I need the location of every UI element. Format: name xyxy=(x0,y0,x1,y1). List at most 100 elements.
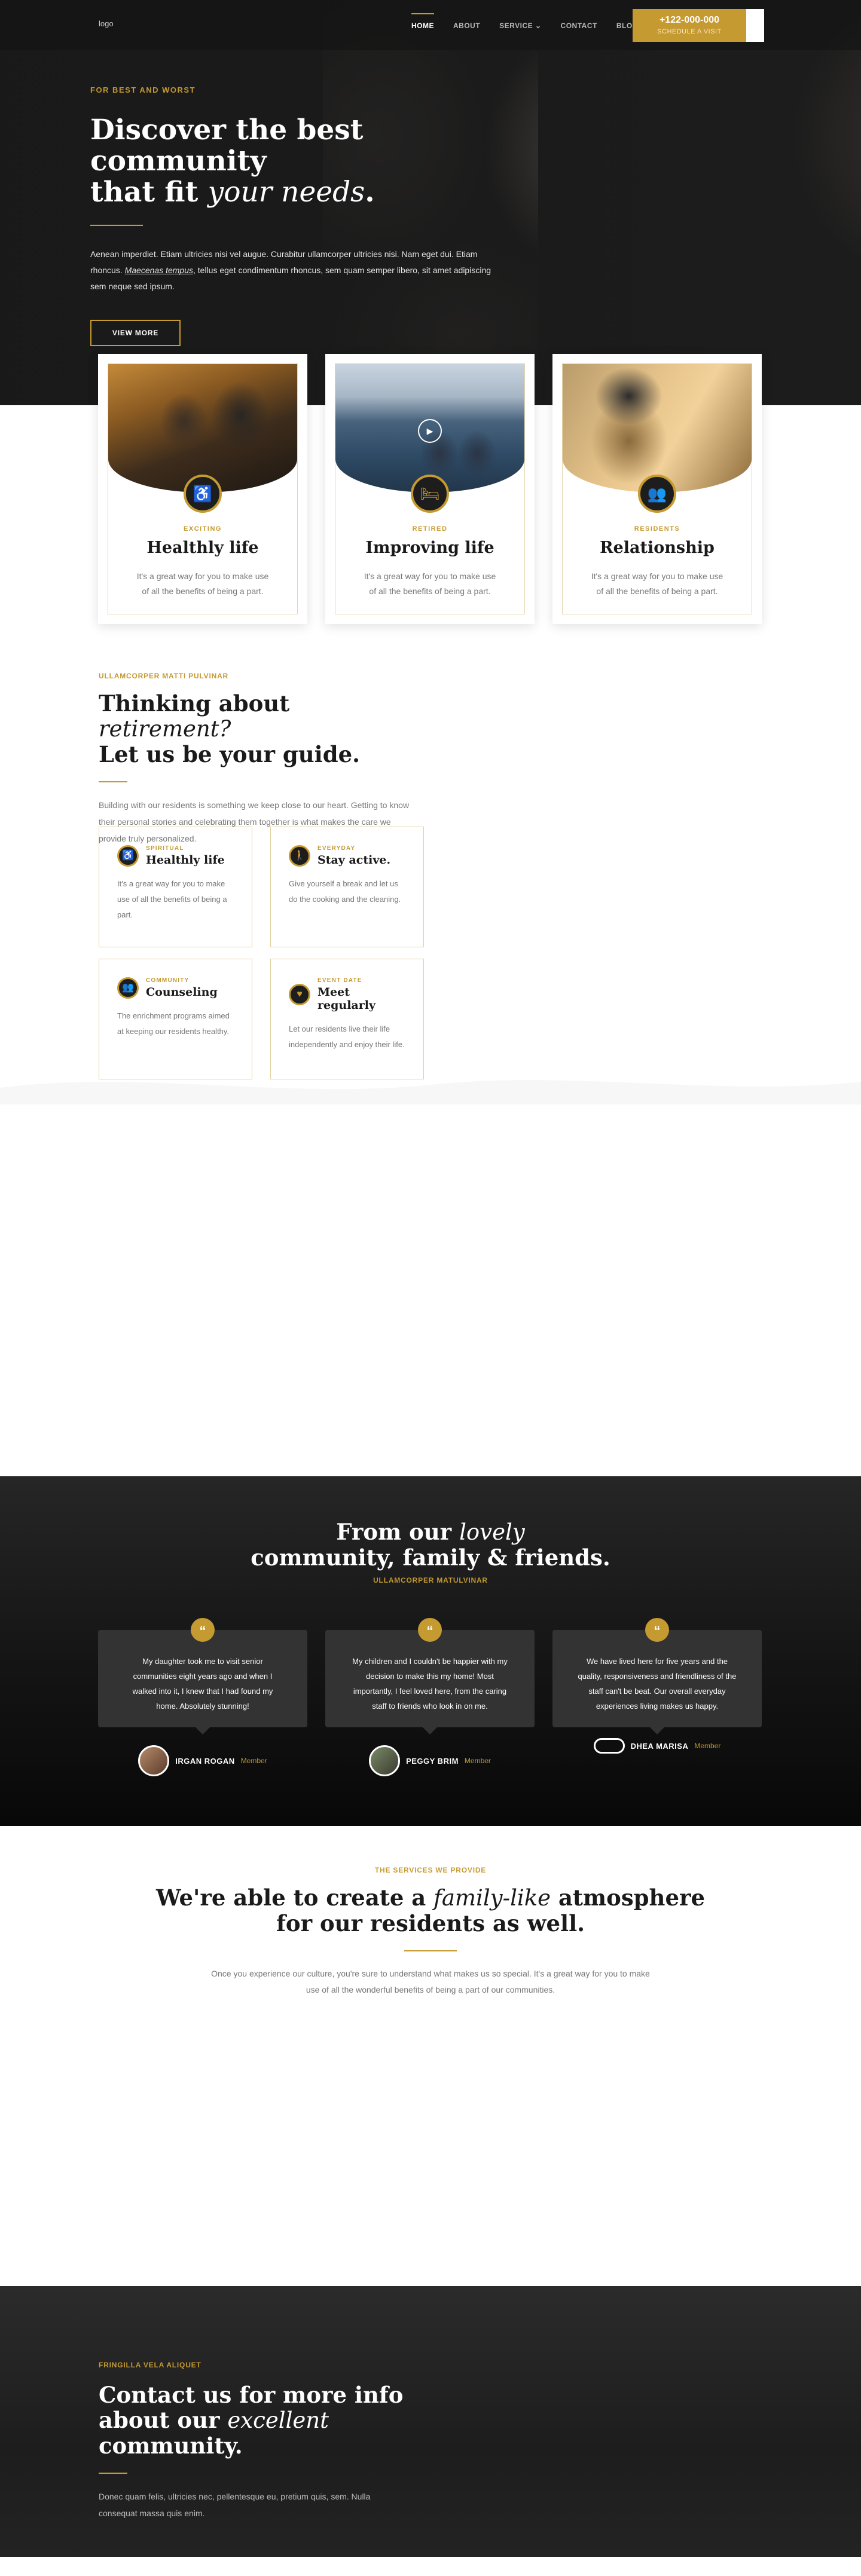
contact-text: Donec quam felis, ultricies nec, pellent… xyxy=(99,2492,371,2518)
author-role: Member xyxy=(694,1742,721,1750)
about-section: ULLAMCORPER MATTI PULVINAR Thinking abou… xyxy=(99,672,422,847)
testimonial-item: “ We have lived here for five years and … xyxy=(552,1618,762,1776)
feature-tag: EVENT DATE xyxy=(317,977,362,984)
bed-icon: 🛏 xyxy=(411,475,449,513)
group-icon: 👥 xyxy=(638,475,676,513)
testimonial-author: DHEA MARISA Member xyxy=(552,1738,762,1754)
author-name: PEGGY BRIM xyxy=(406,1756,459,1766)
feature-title: Meet regularly xyxy=(317,986,375,1012)
avatar xyxy=(593,1738,625,1754)
hero-content: FOR BEST AND WORST Discover the best com… xyxy=(90,85,497,346)
site-header: logo HOME ABOUT SERVICE ⌄ CONTACT BLOG ⌄… xyxy=(0,0,861,50)
cta-subtitle: SCHEDULE A VISIT xyxy=(657,28,722,35)
contact-section: FRINGILLA VELA ALIQUET Contact us for mo… xyxy=(0,2286,861,2557)
feature-title: Healthly life xyxy=(146,853,225,867)
card-tag: EXCITING xyxy=(184,525,222,533)
card-title: Improving life xyxy=(365,539,494,557)
nav-about[interactable]: ABOUT xyxy=(453,22,480,30)
wheelchair-icon: ♿ xyxy=(184,475,222,513)
feature-box: 👥 COMMUNITY Counseling The enrichment pr… xyxy=(99,959,252,1079)
nav-service[interactable]: SERVICE ⌄ xyxy=(499,22,541,30)
quote-icon: “ xyxy=(645,1618,669,1642)
card-image: ▶ xyxy=(335,364,524,492)
feature-tag: SPIRITUAL xyxy=(146,845,184,852)
services-title: We're able to create a family-like atmos… xyxy=(155,1884,706,1936)
view-more-button[interactable]: VIEW MORE xyxy=(90,320,181,346)
section-wave-divider xyxy=(0,1080,861,1106)
hero-divider xyxy=(90,225,143,226)
hero-section: FOR BEST AND WORST Discover the best com… xyxy=(0,0,861,405)
feature-box: 🚶 EVERYDAY Stay active. Give yourself a … xyxy=(270,827,424,947)
testimonial-bubble: “ We have lived here for five years and … xyxy=(552,1618,762,1734)
testimonial-author: PEGGY BRIM Member xyxy=(325,1745,535,1776)
services-text: Once you experience our culture, you're … xyxy=(211,1969,650,1994)
feature-title: Stay active. xyxy=(317,853,391,867)
avatar xyxy=(369,1745,401,1776)
play-icon[interactable]: ▶ xyxy=(418,419,442,443)
schedule-visit-button[interactable]: +122-000-000 SCHEDULE A VISIT xyxy=(633,9,746,42)
contact-eyebrow: FRINGILLA VELA ALIQUET xyxy=(99,2361,201,2369)
feature-card[interactable]: ♿ EXCITING Healthly life It's a great wa… xyxy=(98,354,307,624)
card-image xyxy=(108,364,297,492)
cta-phone: +122-000-000 xyxy=(659,15,720,25)
hero-title: Discover the best community that fit you… xyxy=(90,114,375,209)
cta-side-block xyxy=(746,9,764,42)
card-title: Relationship xyxy=(600,539,715,557)
card-title: Healthly life xyxy=(146,539,259,557)
card-tag: RESIDENTS xyxy=(634,525,680,533)
feature-card[interactable]: 👥 RESIDENTS Relationship It's a great wa… xyxy=(552,354,762,624)
contact-divider xyxy=(99,2473,127,2474)
logo-alt-text: logo xyxy=(99,19,114,28)
about-title: Thinking about retirement? Let us be you… xyxy=(99,690,361,767)
nav-home[interactable]: HOME xyxy=(411,13,434,30)
testimonial-author: IRGAN ROGAN Member xyxy=(98,1745,307,1776)
services-divider xyxy=(404,1950,457,1951)
feature-tag: COMMUNITY xyxy=(146,977,190,984)
testimonial-quote: We have lived here for five years and th… xyxy=(578,1657,737,1711)
contact-title: Contact us for more info about our excel… xyxy=(99,2382,404,2459)
about-eyebrow: ULLAMCORPER MATTI PULVINAR xyxy=(99,672,229,680)
services-eyebrow: THE SERVICES WE PROVIDE xyxy=(374,1866,487,1874)
testimonials-subtitle: ULLAMCORPER MATULVINAR xyxy=(373,1576,488,1584)
feature-text: Give yourself a break and let us do the … xyxy=(289,879,401,904)
hero-text: Aenean imperdiet. Etiam ultricies nisi v… xyxy=(90,249,491,291)
testimonial-bubble: “ My children and I couldn't be happier … xyxy=(325,1618,535,1734)
logo[interactable]: logo xyxy=(99,19,114,28)
nav-contact[interactable]: CONTACT xyxy=(561,22,597,30)
walking-icon: 🚶 xyxy=(289,845,310,867)
feature-cards: ♿ EXCITING Healthly life It's a great wa… xyxy=(98,354,762,624)
author-role: Member xyxy=(240,1757,267,1765)
testimonials-title: From our lovely community, family & frie… xyxy=(251,1519,610,1571)
contact-content: FRINGILLA VELA ALIQUET Contact us for mo… xyxy=(99,2361,457,2522)
chevron-down-icon: ⌄ xyxy=(535,22,542,30)
quote-icon: “ xyxy=(191,1618,215,1642)
group-icon: 👥 xyxy=(117,977,139,999)
testimonial-item: “ My children and I couldn't be happier … xyxy=(325,1618,535,1776)
hero-eyebrow: FOR BEST AND WORST xyxy=(90,85,196,94)
testimonial-quote: My daughter took me to visit senior comm… xyxy=(132,1657,273,1711)
quote-icon: “ xyxy=(418,1618,442,1642)
feature-text: The enrichment programs aimed at keeping… xyxy=(117,1011,230,1036)
heart-icon: ♥ xyxy=(289,984,310,1005)
avatar xyxy=(138,1745,170,1776)
card-image xyxy=(563,364,752,492)
feature-card[interactable]: ▶ 🛏 RETIRED Improving life It's a great … xyxy=(325,354,535,624)
blank-section xyxy=(0,1105,861,1476)
feature-title: Counseling xyxy=(146,986,218,999)
testimonial-item: “ My daughter took me to visit senior co… xyxy=(98,1618,307,1776)
testimonials-list: “ My daughter took me to visit senior co… xyxy=(98,1618,762,1776)
feature-box: ♿ SPIRITUAL Healthly life It's a great w… xyxy=(99,827,252,947)
author-name: DHEA MARISA xyxy=(630,1741,689,1751)
testimonials-section: From our lovely community, family & frie… xyxy=(0,1476,861,1826)
services-section: THE SERVICES WE PROVIDE We're able to cr… xyxy=(0,1866,861,1998)
about-divider xyxy=(99,781,127,782)
feature-tag: EVERYDAY xyxy=(317,845,356,852)
author-name: IRGAN ROGAN xyxy=(175,1756,235,1766)
features-grid: ♿ SPIRITUAL Healthly life It's a great w… xyxy=(99,827,424,1079)
wheelchair-icon: ♿ xyxy=(117,845,139,867)
testimonial-quote: My children and I couldn't be happier wi… xyxy=(352,1657,508,1711)
hero-text-link[interactable]: Maecenas tempus xyxy=(125,265,193,275)
author-role: Member xyxy=(464,1757,491,1765)
main-nav: HOME ABOUT SERVICE ⌄ CONTACT BLOG ⌄ xyxy=(411,13,666,30)
feature-text: It's a great way for you to make use of … xyxy=(117,879,227,919)
